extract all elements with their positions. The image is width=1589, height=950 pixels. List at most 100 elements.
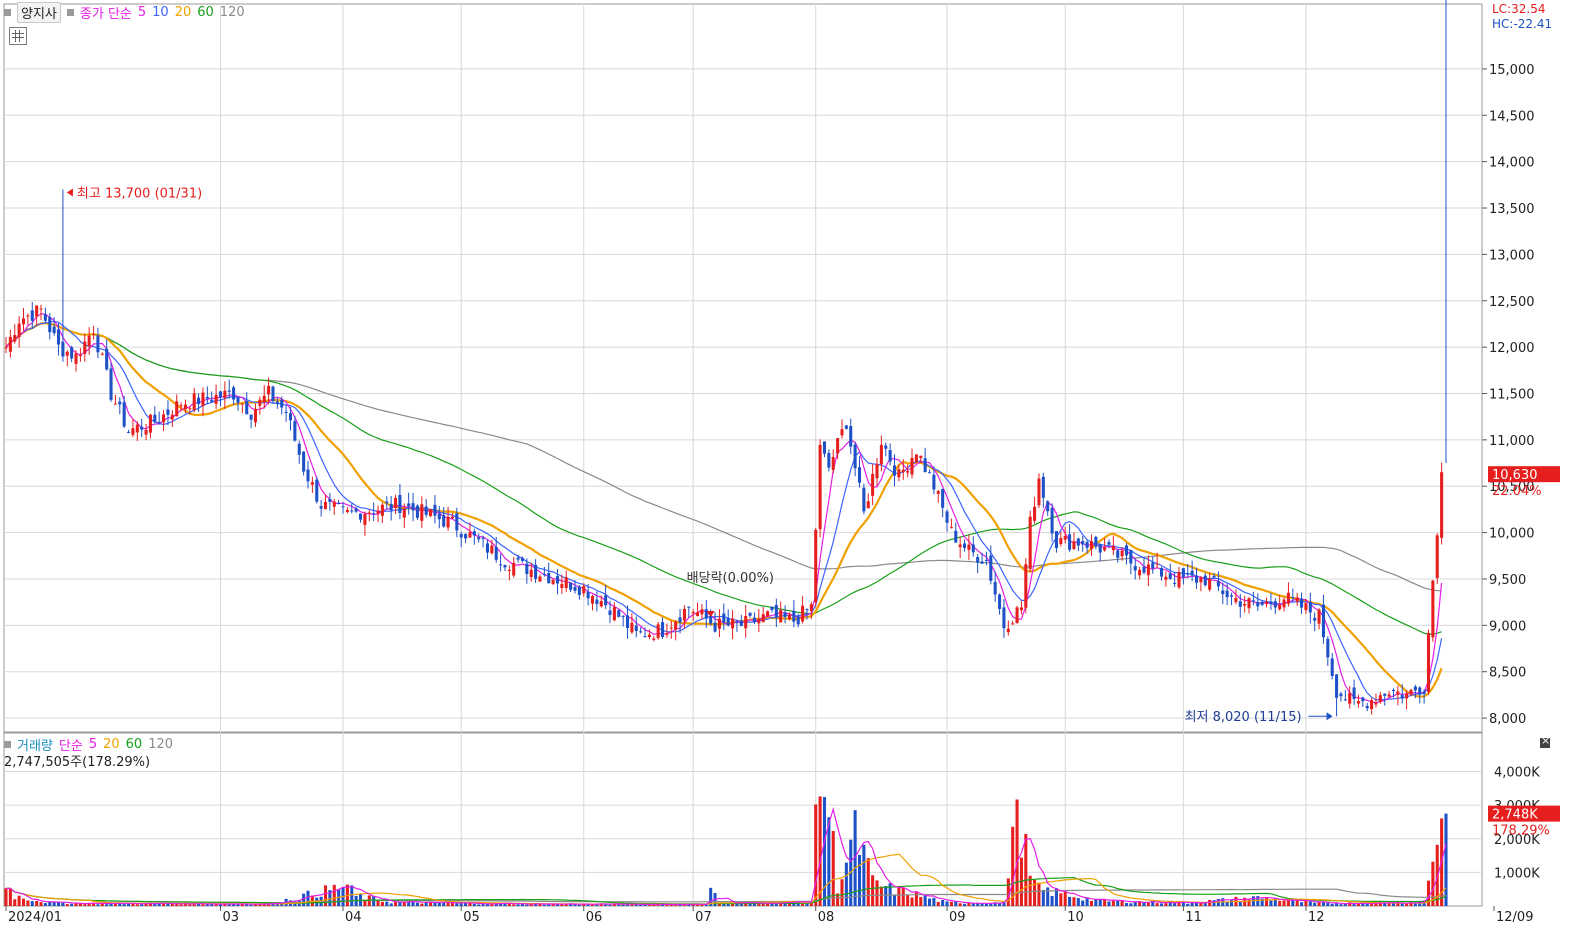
price-ma-label[interactable]: 종가 단순 (80, 3, 132, 22)
candle-body (1317, 609, 1321, 624)
candle-body (197, 397, 201, 405)
candle-body (385, 501, 389, 504)
candle-body (949, 527, 953, 529)
price-ma-60[interactable]: 60 (197, 5, 214, 20)
candle-body (608, 610, 612, 616)
candle-body (499, 564, 503, 566)
volume-ma-120[interactable]: 120 (148, 737, 173, 752)
candle-body (783, 612, 787, 617)
volume-bar (884, 886, 888, 906)
grid-toggle-icon[interactable] (9, 27, 27, 45)
candle-body (1291, 597, 1295, 599)
candle-body (612, 607, 616, 621)
x-axis-label: 2024/01 (8, 910, 62, 925)
candle-body (525, 563, 529, 575)
candle-body (1435, 535, 1439, 579)
candle-body (481, 537, 485, 539)
candle-body (1076, 538, 1080, 546)
volume-bar (376, 900, 380, 906)
candle-body (389, 503, 393, 511)
candle-body (1256, 601, 1260, 607)
volume-bar (201, 904, 205, 906)
volume-pane-close-icon[interactable] (1540, 734, 1550, 748)
stock-name-button[interactable]: 양지사 (17, 1, 61, 23)
volume-bar (459, 903, 463, 906)
volume-bar (415, 902, 419, 906)
candle-body (761, 614, 765, 622)
volume-bar (879, 886, 883, 906)
volume-bar (1199, 903, 1203, 906)
candle-body (1321, 604, 1325, 638)
candle-body (26, 315, 30, 317)
volume-bar (1269, 900, 1273, 906)
candle-body (954, 530, 958, 543)
candle-body (302, 451, 306, 472)
candle-body (477, 537, 481, 540)
candle-body (538, 576, 542, 582)
volume-bar (1050, 895, 1054, 906)
candle-body (853, 444, 857, 469)
candle-body (1313, 617, 1317, 621)
candle-body (1015, 607, 1019, 624)
candle-body (757, 619, 761, 624)
price-ma-120[interactable]: 120 (220, 5, 245, 20)
volume-bar (477, 904, 481, 906)
candle-body (897, 469, 901, 478)
volume-bar (901, 887, 905, 906)
candle-body (1138, 569, 1142, 576)
price-ma-10[interactable]: 10 (152, 5, 169, 20)
x-axis-label: 10 (1067, 910, 1084, 925)
candle-body (1011, 623, 1015, 625)
candle-body (363, 513, 367, 525)
candle-body (849, 426, 853, 447)
volume-ma-60[interactable]: 60 (126, 737, 143, 752)
candle-body (162, 414, 166, 423)
chart-canvas[interactable]: 15,000 14,500 14,000 13,500 13,000 12,500 12,0… (0, 0, 1589, 946)
price-ma-20[interactable]: 20 (175, 5, 192, 20)
candle-body (1308, 602, 1312, 613)
candle-body (323, 501, 328, 510)
candle-body (696, 612, 700, 617)
volume-bar (385, 901, 389, 906)
volume-bar (945, 901, 949, 906)
candle-body (144, 429, 148, 435)
candle-body (1133, 566, 1137, 571)
volume-bar (306, 890, 310, 906)
dividend-annotation: 배당락(0.00%) (687, 571, 774, 586)
candle-body (1221, 590, 1225, 595)
candle-body (967, 544, 971, 550)
price-tick-label: 13,500 (1489, 202, 1535, 217)
volume-bar (923, 895, 927, 906)
price-ma-5[interactable]: 5 (138, 5, 146, 20)
candle-body (879, 444, 883, 465)
candle-body (1326, 638, 1330, 658)
candle-body (1418, 687, 1422, 695)
candle-body (787, 614, 791, 619)
candle-body (429, 509, 433, 517)
candle-body (1374, 702, 1378, 705)
volume-bar (1116, 900, 1120, 906)
volume-bar (525, 904, 529, 906)
candle-body (1269, 601, 1273, 605)
candle-body (424, 506, 428, 515)
candle-body (1225, 590, 1229, 598)
candle-body (293, 421, 297, 441)
candle-body (236, 397, 240, 403)
candle-body (127, 431, 131, 433)
candle-body (1186, 573, 1190, 575)
candle-body (450, 516, 454, 519)
volume-bar (1146, 902, 1150, 906)
candle-body (39, 308, 43, 310)
candle-body (275, 401, 279, 404)
x-axis-label: 05 (463, 910, 480, 925)
volume-ma-20[interactable]: 20 (103, 737, 120, 752)
candle-body (96, 335, 100, 353)
volume-bar (875, 880, 879, 906)
candle-body (1203, 575, 1207, 586)
candle-body (1335, 674, 1339, 698)
candle-body (1396, 691, 1400, 695)
volume-ma-5[interactable]: 5 (89, 737, 97, 752)
candle-body (936, 491, 940, 494)
candle-body (1199, 577, 1203, 583)
volume-bar (906, 894, 910, 906)
